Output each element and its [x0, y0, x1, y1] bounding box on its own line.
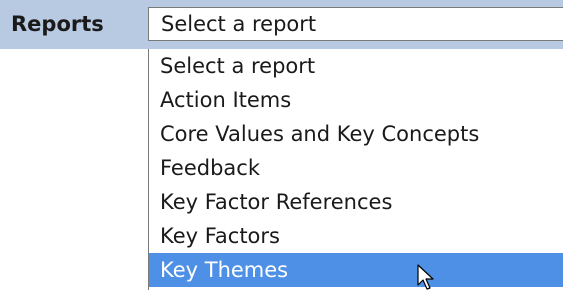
- report-select[interactable]: Select a report: [148, 7, 563, 41]
- dropdown-option-core-values[interactable]: Core Values and Key Concepts: [149, 117, 563, 151]
- dropdown-option-select-a-report[interactable]: Select a report: [149, 49, 563, 83]
- dropdown-option-key-factor-references[interactable]: Key Factor References: [149, 185, 563, 219]
- dropdown-option-key-themes[interactable]: Key Themes: [149, 253, 563, 287]
- reports-label: Reports: [11, 12, 104, 36]
- dropdown-option-action-items[interactable]: Action Items: [149, 83, 563, 117]
- dropdown-option-feedback[interactable]: Feedback: [149, 151, 563, 185]
- report-dropdown-list: Select a report Action Items Core Values…: [148, 49, 563, 290]
- report-select-value: Select a report: [161, 12, 317, 36]
- mouse-pointer-icon: [417, 264, 434, 290]
- dropdown-option-key-factors[interactable]: Key Factors: [149, 219, 563, 253]
